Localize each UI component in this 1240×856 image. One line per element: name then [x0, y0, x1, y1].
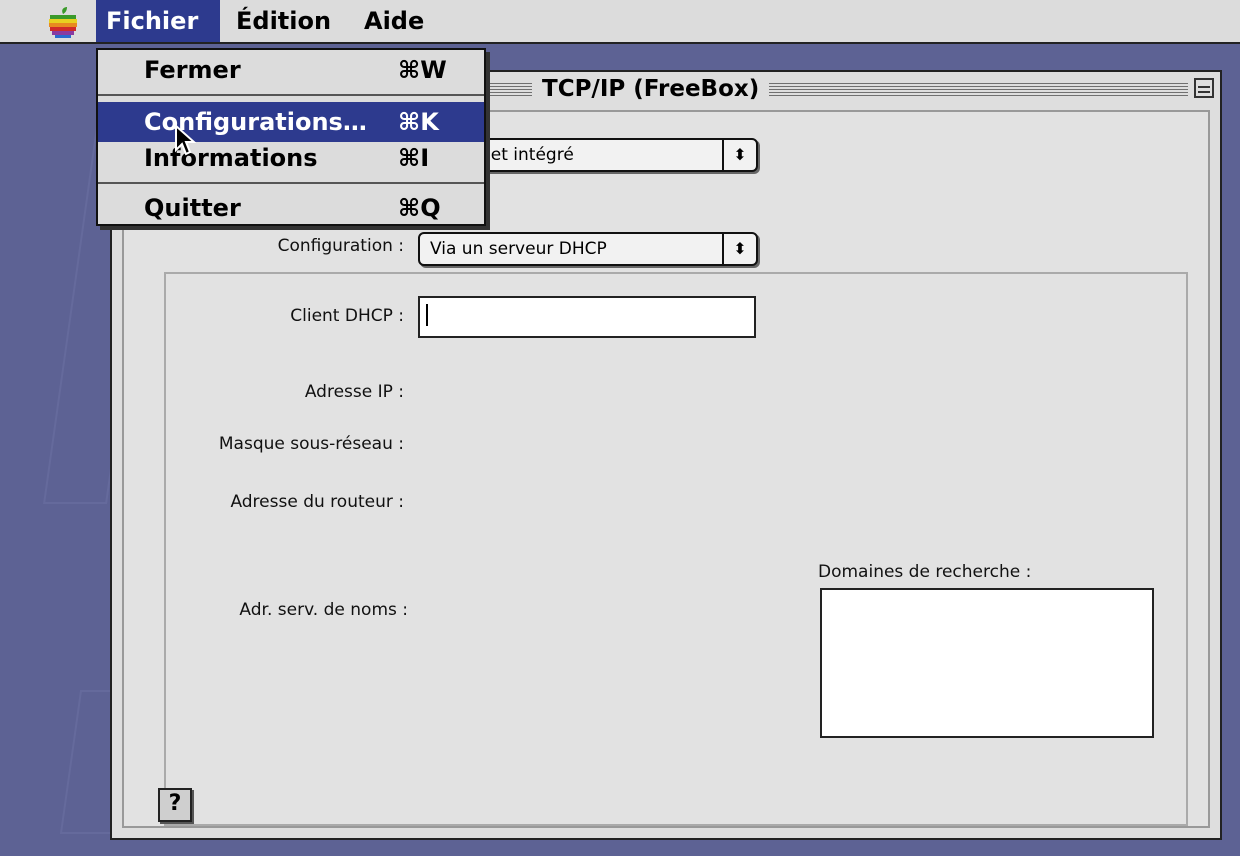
dhcp-client-label: Client DHCP :: [290, 306, 404, 326]
settings-group: [164, 272, 1188, 826]
menu-item-shortcut: ⌘W: [398, 56, 447, 84]
help-icon: ?: [168, 791, 182, 816]
menu-item-informations[interactable]: Informations ⌘I: [98, 138, 484, 178]
menu-bar: Fichier Édition Aide: [0, 0, 1240, 44]
text-caret: [426, 304, 428, 326]
menu-item-label: Informations: [144, 144, 318, 172]
configuration-value: Via un serveur DHCP: [430, 239, 607, 259]
menu-item-configurations[interactable]: Configurations… ⌘K: [98, 102, 484, 142]
window-title: TCP/IP (FreeBox): [532, 74, 770, 104]
popup-arrows-icon: ⬍: [722, 140, 756, 170]
name-servers-label: Adr. serv. de noms :: [239, 600, 408, 620]
menu-item-shortcut: ⌘I: [398, 144, 430, 172]
menu-item-label: Fermer: [144, 56, 241, 84]
fichier-menu-dropdown: Fermer ⌘W Configurations… ⌘K Information…: [96, 48, 486, 226]
collapse-box-icon[interactable]: [1194, 78, 1214, 98]
ip-address-label: Adresse IP :: [304, 382, 404, 402]
menu-fichier[interactable]: Fichier: [96, 0, 220, 42]
configuration-popup[interactable]: Via un serveur DHCP ⬍: [418, 232, 758, 266]
menu-edition[interactable]: Édition: [226, 0, 341, 42]
search-domains-label: Domaines de recherche :: [818, 562, 1032, 582]
menu-item-quitter[interactable]: Quitter ⌘Q: [98, 188, 484, 228]
dhcp-client-input[interactable]: [418, 296, 756, 338]
menu-item-fermer[interactable]: Fermer ⌘W: [98, 50, 484, 90]
menu-item-shortcut: ⌘Q: [398, 194, 441, 222]
help-button[interactable]: ?: [158, 788, 192, 822]
connect-via-value: net intégré: [480, 145, 574, 165]
menu-aide[interactable]: Aide: [354, 0, 434, 42]
apple-menu-icon[interactable]: [46, 6, 80, 38]
menu-separator: [98, 94, 484, 96]
menu-separator: [98, 182, 484, 184]
configuration-label: Configuration :: [277, 236, 404, 256]
menu-item-shortcut: ⌘K: [398, 108, 439, 136]
router-address-label: Adresse du routeur :: [230, 492, 404, 512]
subnet-mask-label: Masque sous-réseau :: [218, 434, 404, 454]
search-domains-textarea[interactable]: [820, 588, 1154, 738]
menu-item-label: Quitter: [144, 194, 241, 222]
mouse-cursor-icon: [175, 124, 196, 156]
popup-arrows-icon: ⬍: [722, 234, 756, 264]
